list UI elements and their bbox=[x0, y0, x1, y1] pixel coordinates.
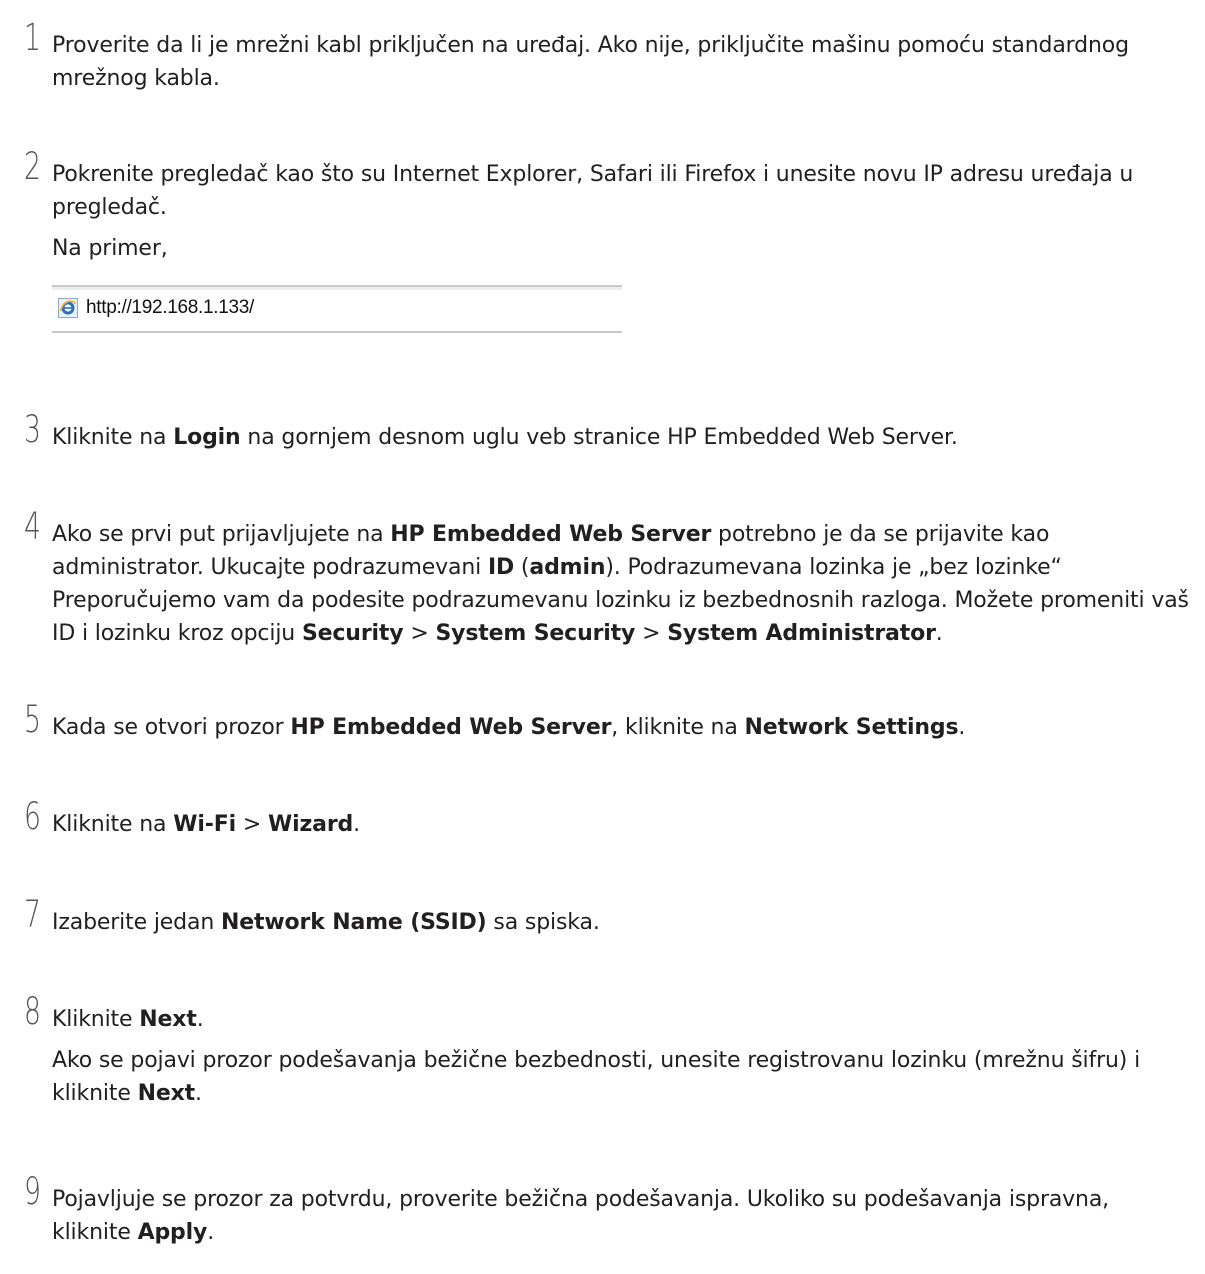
step-number: 3 bbox=[24, 408, 41, 451]
step-2: 2 Pokrenite pregledač kao što su Interne… bbox=[24, 148, 1193, 333]
step-text: Kliknite na Wi-Fi > Wizard. bbox=[52, 808, 1193, 841]
ui-term: Apply bbox=[137, 1220, 208, 1245]
step-text: Pokrenite pregledač kao što su Internet … bbox=[52, 158, 1193, 224]
step-7: 7 Izaberite jedan Network Name (SSID) sa… bbox=[24, 896, 1193, 939]
step-text: Kliknite na Login na gornjem desnom uglu… bbox=[52, 421, 1193, 454]
ui-term: System Security bbox=[435, 621, 636, 646]
step-text: Kada se otvori prozor HP Embedded Web Se… bbox=[52, 711, 1193, 744]
step-number: 6 bbox=[24, 795, 41, 838]
ui-term: Login bbox=[173, 425, 241, 450]
ui-term: HP Embedded Web Server bbox=[290, 715, 612, 740]
step-8: 8 Kliknite Next. Ako se pojavi prozor pod… bbox=[24, 993, 1193, 1110]
text-segment: na gornjem desnom uglu veb stranice HP E… bbox=[240, 425, 958, 450]
text-segment: Kliknite na bbox=[52, 425, 174, 450]
ui-term: System Administrator bbox=[667, 621, 936, 646]
text-segment: > bbox=[403, 621, 436, 646]
text-segment: Na primer, bbox=[52, 236, 168, 261]
url-text: http://192.168.1.133/ bbox=[86, 297, 255, 318]
step-4: 4 Ako se prvi put prijavljujete na HP Em… bbox=[24, 508, 1193, 650]
text-segment: sa spiska. bbox=[486, 910, 600, 935]
ui-term: ID bbox=[487, 555, 515, 580]
step-6: 6 Kliknite na Wi-Fi > Wizard. bbox=[24, 798, 1193, 841]
step-text: Proverite da li je mrežni kabl priključe… bbox=[52, 29, 1193, 95]
step-text: Ako se prvi put prijavljujete na HP Embe… bbox=[52, 518, 1193, 650]
text-segment: > bbox=[635, 621, 668, 646]
step-number: 9 bbox=[24, 1170, 41, 1213]
step-number: 1 bbox=[24, 16, 41, 59]
ui-term: Wizard bbox=[267, 812, 354, 837]
text-segment: . bbox=[195, 1081, 202, 1106]
text-segment: . bbox=[207, 1220, 215, 1245]
ui-term: admin bbox=[529, 555, 606, 580]
step-number: 7 bbox=[24, 893, 41, 936]
step-3: 3 Kliknite na Login na gornjem desnom ug… bbox=[24, 411, 1193, 454]
step-number: 8 bbox=[24, 990, 41, 1033]
step-1: 1 Proverite da li je mrežni kabl priklju… bbox=[24, 19, 1193, 95]
step-text: Kliknite Next. bbox=[52, 1003, 1193, 1036]
ui-term: Wi-Fi bbox=[173, 812, 236, 837]
text-segment: , kliknite na bbox=[611, 715, 745, 740]
ui-term: HP Embedded Web Server bbox=[390, 522, 712, 547]
text-segment: Pokrenite pregledač kao što su Internet … bbox=[52, 162, 1134, 220]
internet-explorer-icon bbox=[58, 298, 78, 318]
text-segment: > bbox=[236, 812, 268, 837]
step-text: Izaberite jedan Network Name (SSID) sa s… bbox=[52, 906, 1193, 939]
step-number: 5 bbox=[24, 698, 41, 741]
text-segment: Kliknite na bbox=[52, 812, 174, 837]
ui-term: Next bbox=[139, 1007, 197, 1032]
step-note: Na primer, bbox=[52, 232, 1193, 265]
step-number: 2 bbox=[24, 145, 41, 188]
ui-term: Security bbox=[301, 621, 404, 646]
text-segment: . bbox=[935, 621, 943, 646]
text-segment: Proverite da li je mrežni kabl priključe… bbox=[52, 33, 1129, 91]
text-segment: Kliknite bbox=[52, 1007, 140, 1032]
step-text: Pojavljuje se prozor za potvrdu, proveri… bbox=[52, 1183, 1193, 1249]
text-segment: . bbox=[196, 1007, 204, 1032]
text-segment: Ako se prvi put prijavljujete na bbox=[52, 522, 391, 547]
browser-address-bar: http://192.168.1.133/ bbox=[52, 285, 622, 333]
ui-term: Network Settings bbox=[744, 715, 959, 740]
text-segment: . bbox=[958, 715, 966, 740]
step-9: 9 Pojavljuje se prozor za potvrdu, prove… bbox=[24, 1173, 1193, 1249]
text-segment: ( bbox=[514, 555, 530, 580]
step-5: 5 Kada se otvori prozor HP Embedded Web … bbox=[24, 701, 1193, 744]
ui-term: Next bbox=[137, 1081, 196, 1106]
step-number: 4 bbox=[24, 505, 41, 548]
text-segment: . bbox=[353, 812, 360, 837]
text-segment: Kada se otvori prozor bbox=[52, 715, 291, 740]
text-segment: Ako se pojavi prozor podešavanja bežične… bbox=[52, 1048, 1141, 1106]
step-note: Ako se pojavi prozor podešavanja bežične… bbox=[52, 1044, 1193, 1110]
ui-term: Network Name (SSID) bbox=[220, 910, 487, 935]
text-segment: Izaberite jedan bbox=[52, 910, 221, 935]
